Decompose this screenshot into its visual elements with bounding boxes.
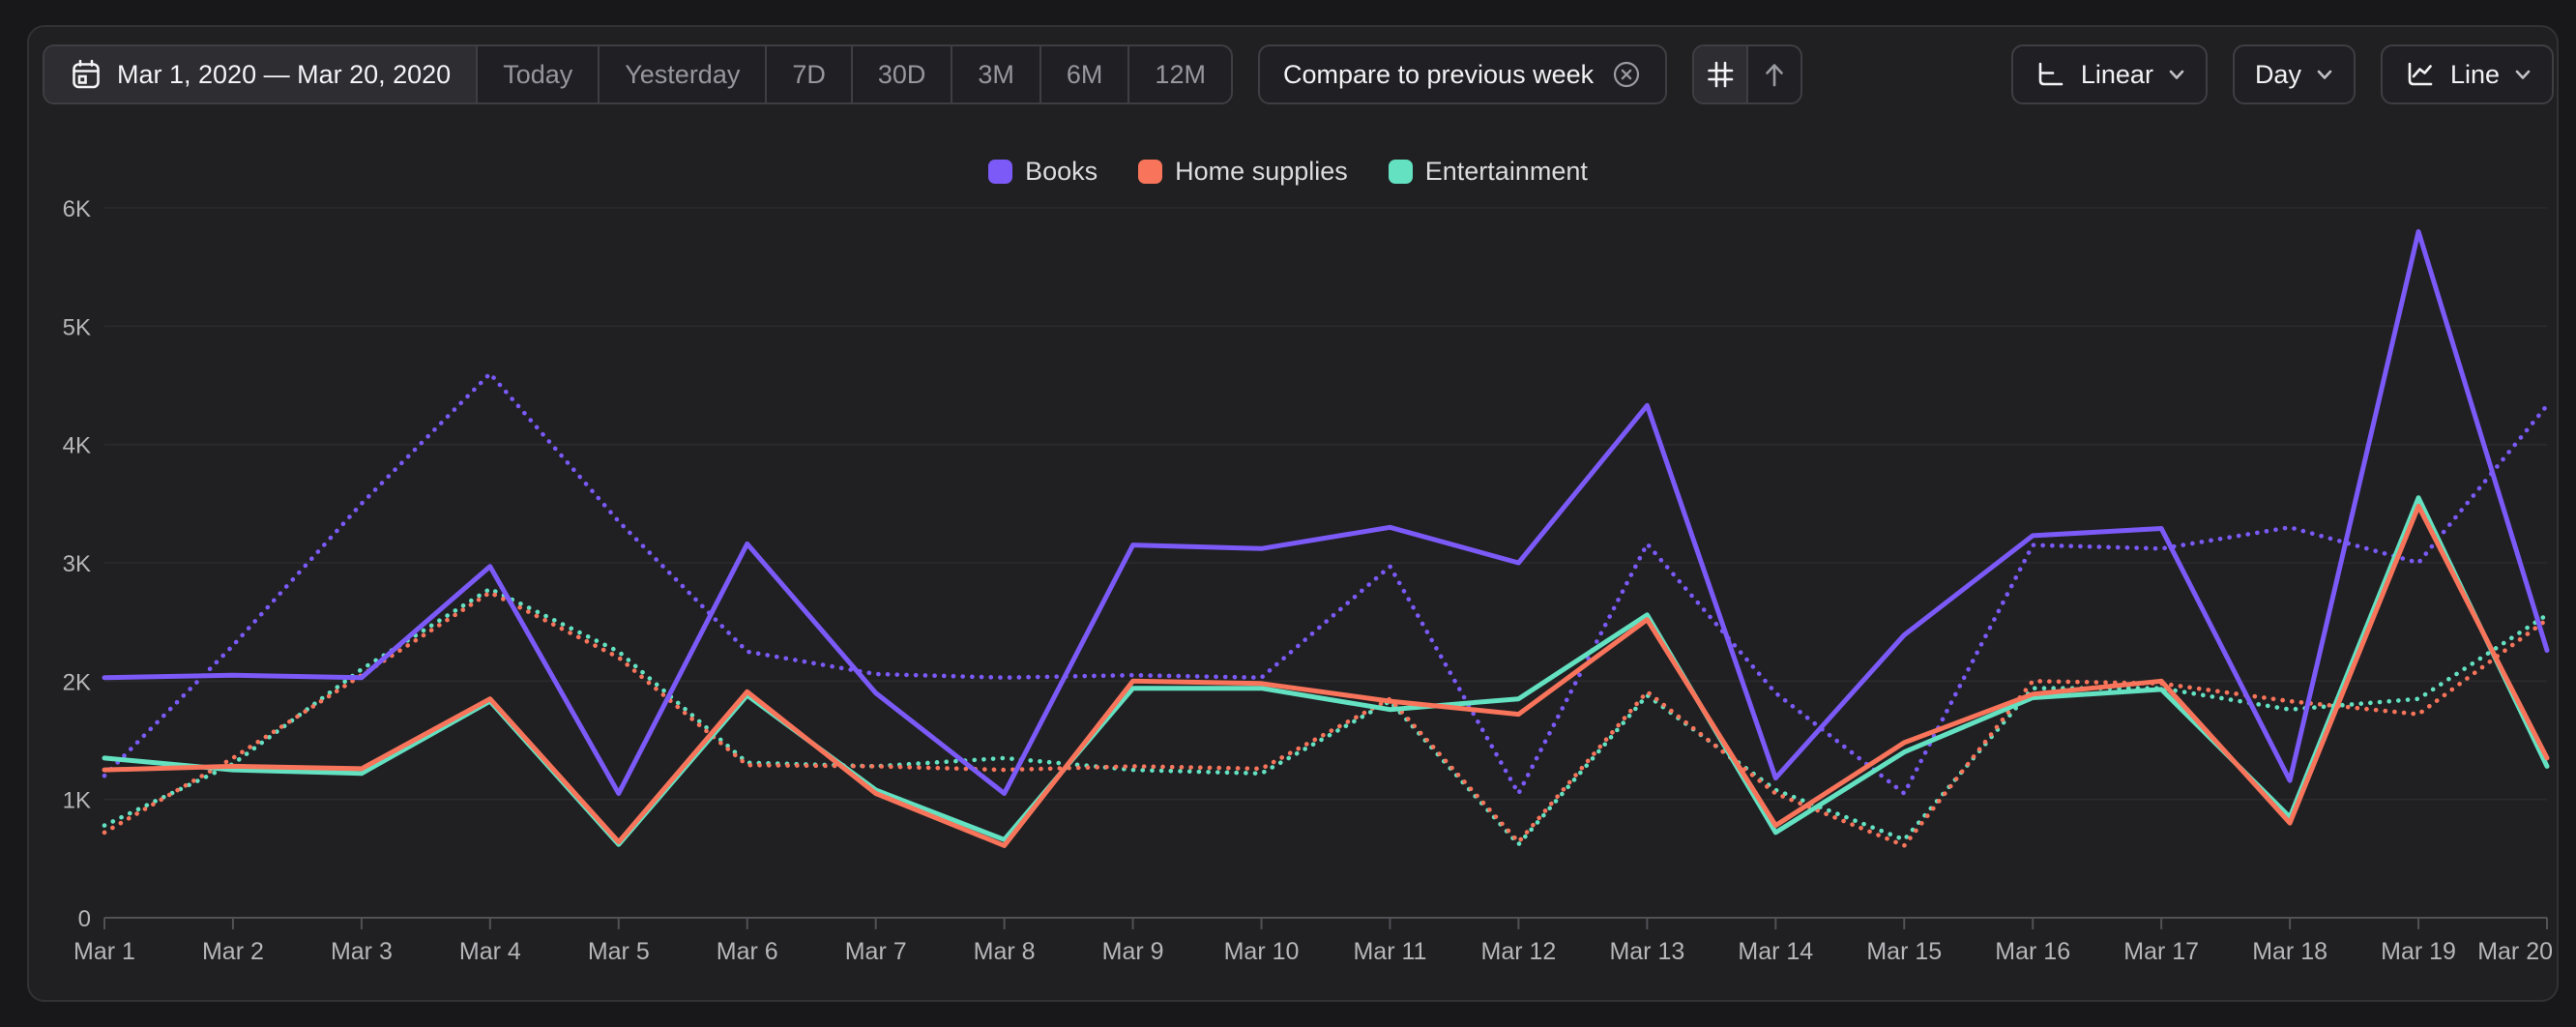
- analytics-dashboard: { "toolbar": { "date_range": "Mar 1, 202…: [0, 0, 2576, 1027]
- books-swatch: [988, 160, 1012, 184]
- legend-item-home-supplies[interactable]: Home supplies: [1138, 157, 1348, 187]
- preset-30d-button[interactable]: 30D: [851, 46, 951, 103]
- x-axis-tick-label: Mar 3: [331, 938, 393, 965]
- chevron-down-icon: [2316, 68, 2333, 81]
- x-axis-tick-label: Mar 10: [1224, 938, 1300, 965]
- x-axis-tick-label: Mar 13: [1609, 938, 1684, 965]
- x-axis-tick-label: Mar 15: [1866, 938, 1942, 965]
- linear-scale-icon: [2034, 58, 2066, 91]
- y-axis-tick-label: 6K: [63, 196, 91, 222]
- preset-yesterday-button[interactable]: Yesterday: [598, 46, 765, 103]
- x-axis-tick-label: Mar 1: [73, 938, 135, 965]
- y-axis-tick-label: 5K: [63, 314, 91, 340]
- series-line-entertainment[interactable]: [104, 498, 2547, 845]
- line-chart-icon: [2403, 58, 2436, 91]
- entertainment-swatch: [1389, 160, 1413, 184]
- scale-dropdown[interactable]: Linear: [2011, 44, 2208, 104]
- x-axis-tick-label: Mar 7: [845, 938, 907, 965]
- date-range-segmented-control: Mar 1, 2020 — Mar 20, 2020 Today Yesterd…: [43, 44, 1233, 104]
- y-axis-tick-label: 3K: [63, 551, 91, 577]
- y-axis-tick-label: 0: [78, 906, 91, 932]
- chart-type-dropdown[interactable]: Line: [2381, 44, 2554, 104]
- x-axis-tick-label: Mar 4: [459, 938, 521, 965]
- home-supplies-swatch: [1138, 160, 1162, 184]
- compare-chip-label: Compare to previous week: [1283, 60, 1594, 90]
- y-axis-tick-label: 4K: [63, 433, 91, 459]
- x-axis-tick-label: Mar 16: [1995, 938, 2070, 965]
- preset-3m-button[interactable]: 3M: [951, 46, 1039, 103]
- series-line-entertainment-previous-week-[interactable]: [104, 589, 2547, 844]
- legend-label: Entertainment: [1425, 157, 1588, 187]
- interval-dropdown-label: Day: [2255, 60, 2301, 90]
- x-axis-tick-label: Mar 2: [202, 938, 264, 965]
- export-button[interactable]: [1746, 46, 1800, 103]
- date-range-button[interactable]: Mar 1, 2020 — Mar 20, 2020: [44, 46, 476, 103]
- interval-dropdown[interactable]: Day: [2233, 44, 2356, 104]
- x-axis-tick-label: Mar 17: [2123, 938, 2199, 965]
- calendar-icon: [70, 58, 102, 91]
- legend-item-entertainment[interactable]: Entertainment: [1389, 157, 1588, 187]
- legend-label: Books: [1025, 157, 1098, 187]
- arrow-up-icon: [1759, 59, 1790, 90]
- grid-view-button[interactable]: [1694, 46, 1746, 103]
- chevron-down-icon: [2514, 68, 2532, 81]
- chevron-down-icon: [2168, 68, 2185, 81]
- date-range-label: Mar 1, 2020 — Mar 20, 2020: [117, 60, 451, 90]
- scale-dropdown-label: Linear: [2081, 60, 2153, 90]
- legend-item-books[interactable]: Books: [988, 157, 1098, 187]
- x-axis-tick-label: Mar 9: [1102, 938, 1164, 965]
- x-axis-tick-label: Mar 6: [717, 938, 778, 965]
- remove-comparison-icon[interactable]: [1611, 59, 1642, 90]
- series-line-home-supplies[interactable]: [104, 506, 2547, 845]
- preset-7d-button[interactable]: 7D: [765, 46, 851, 103]
- compare-to-previous-week-chip[interactable]: Compare to previous week: [1258, 44, 1667, 104]
- legend-label: Home supplies: [1175, 157, 1348, 187]
- x-axis-tick-label: Mar 18: [2252, 938, 2327, 965]
- x-axis-tick-label: Mar 14: [1738, 938, 1813, 965]
- y-axis-tick-label: 1K: [63, 788, 91, 814]
- series-line-home-supplies-previous-week-[interactable]: [104, 593, 2547, 846]
- preset-6m-button[interactable]: 6M: [1039, 46, 1128, 103]
- x-axis-tick-label: Mar 12: [1481, 938, 1557, 965]
- grid-icon: [1705, 59, 1736, 90]
- x-axis-tick-label: Mar 19: [2381, 938, 2456, 965]
- x-axis-tick-label: Mar 5: [588, 938, 650, 965]
- preset-12m-button[interactable]: 12M: [1127, 46, 1231, 103]
- chart-legend: Books Home supplies Entertainment: [0, 155, 2576, 188]
- y-axis-tick-label: 2K: [63, 669, 91, 695]
- x-axis-tick-label: Mar 8: [974, 938, 1036, 965]
- x-axis-tick-label: Mar 11: [1353, 938, 1426, 965]
- preset-today-button[interactable]: Today: [476, 46, 598, 103]
- x-axis-tick-label: Mar 20: [2477, 938, 2553, 965]
- chart-display-toggle-group: [1692, 44, 1802, 104]
- chart-type-dropdown-label: Line: [2450, 60, 2500, 90]
- chart-toolbar: Mar 1, 2020 — Mar 20, 2020 Today Yesterd…: [43, 44, 2554, 104]
